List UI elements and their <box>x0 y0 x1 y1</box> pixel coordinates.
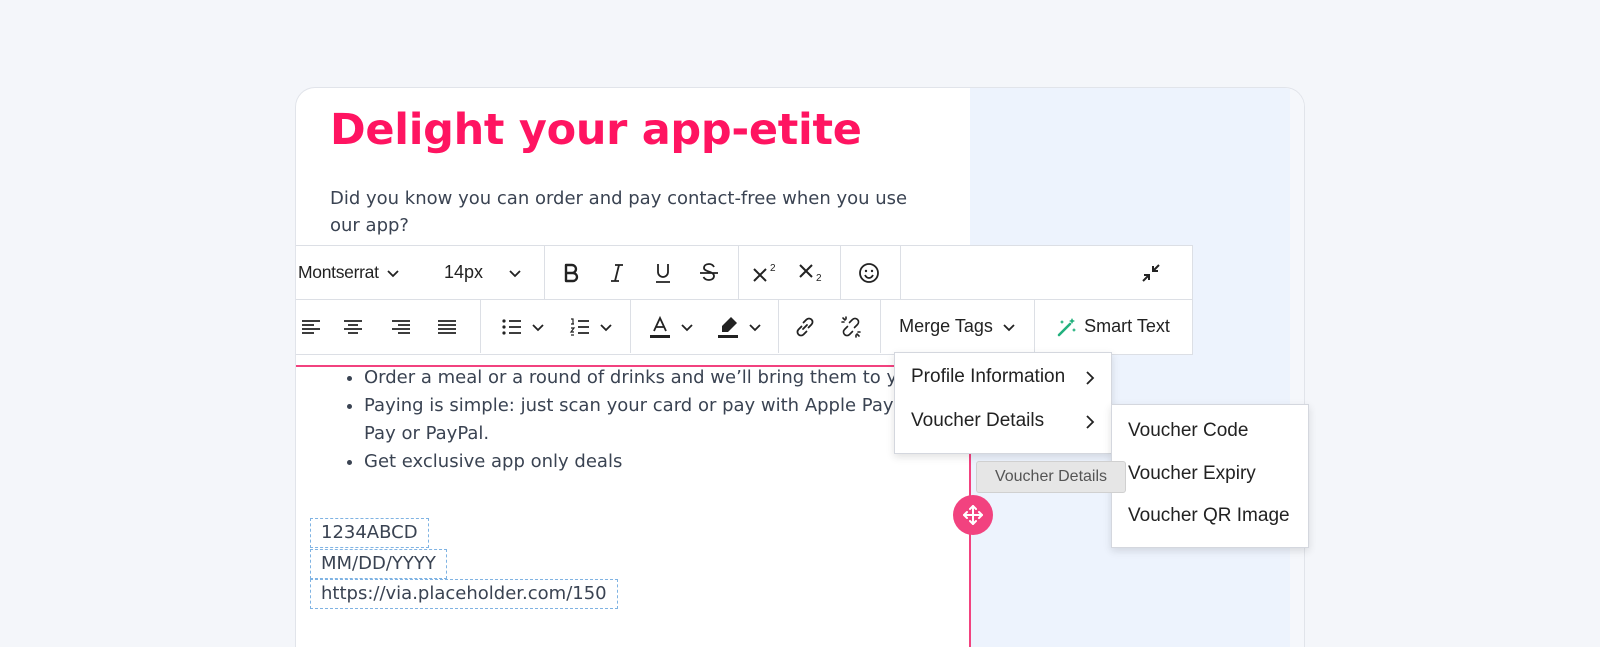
chevron-down-icon <box>749 323 761 331</box>
smart-text-button[interactable]: Smart Text <box>1040 300 1186 353</box>
bullet-list-button[interactable] <box>492 300 554 353</box>
align-left-button[interactable] <box>296 300 326 353</box>
font-size-select[interactable]: 14px <box>436 246 544 299</box>
merge-tag-voucher-expiry[interactable]: MM/DD/YYYY <box>310 549 447 579</box>
text-color-icon <box>650 315 670 338</box>
align-center-icon <box>344 319 362 334</box>
toolbar-row-2: Merge Tags Smart Text <box>296 300 1192 353</box>
strikethrough-icon <box>700 262 718 281</box>
unlink-icon <box>841 315 861 338</box>
bullet-list-icon <box>502 318 521 335</box>
italic-icon <box>611 263 623 282</box>
collapse-icon <box>1142 263 1160 282</box>
menu-item-label: Profile Information <box>911 366 1066 387</box>
svg-text:2: 2 <box>770 263 776 274</box>
menu-item-voucher-code[interactable]: Voucher Code <box>1128 420 1248 442</box>
merge-tags-menu: Profile Information Voucher Details <box>894 352 1112 454</box>
smart-text-label: Smart Text <box>1084 316 1170 336</box>
numbered-list-button[interactable] <box>560 300 622 353</box>
insert-link-button[interactable] <box>782 300 828 353</box>
font-family-value: Montserrat <box>298 262 379 282</box>
align-justify-button[interactable] <box>424 300 470 353</box>
voucher-details-submenu: Voucher Code Voucher Expiry Voucher QR I… <box>1111 404 1309 548</box>
align-center-button[interactable] <box>330 300 376 353</box>
superscript-icon: 2 <box>753 263 776 282</box>
chevron-down-icon <box>681 323 693 331</box>
italic-button[interactable] <box>594 246 640 299</box>
content-heading[interactable]: Delight your app-etite <box>330 105 862 155</box>
chevron-down-icon <box>1003 323 1015 331</box>
align-justify-icon <box>438 319 456 334</box>
move-handle-icon[interactable] <box>953 495 993 535</box>
numbered-list-icon <box>569 317 589 336</box>
rich-text-toolbar: Montserrat 14px 2 2 Merge Tags Smart Tex… <box>296 245 1193 355</box>
font-size-value: 14px <box>444 262 484 282</box>
bold-button[interactable] <box>548 246 594 299</box>
strikethrough-button[interactable] <box>686 246 732 299</box>
chevron-down-icon <box>509 269 521 277</box>
email-editor-canvas: Delight your app-etite Did you know you … <box>295 87 1305 647</box>
collapse-toolbar-button[interactable] <box>1126 246 1176 299</box>
chevron-right-icon <box>1086 415 1095 429</box>
content-intro-text[interactable]: Did you know you can order and pay conta… <box>330 185 930 239</box>
merge-tag-voucher-qr-image[interactable]: https://via.placeholder.com/150 <box>310 579 618 609</box>
merge-tags-label: Merge Tags <box>899 316 993 336</box>
underline-button[interactable] <box>640 246 686 299</box>
menu-item-voucher-expiry[interactable]: Voucher Expiry <box>1128 463 1256 485</box>
align-right-button[interactable] <box>378 300 424 353</box>
menu-item-voucher-details[interactable]: Voucher Details <box>911 410 1096 432</box>
merge-tags-dropdown[interactable]: Merge Tags <box>888 300 1028 353</box>
align-left-icon <box>302 319 320 334</box>
remove-link-button[interactable] <box>828 300 874 353</box>
highlight-icon <box>718 316 738 338</box>
menu-item-voucher-qr-image[interactable]: Voucher QR Image <box>1128 505 1290 527</box>
chevron-down-icon <box>600 323 612 331</box>
align-right-icon <box>392 319 410 334</box>
subscript-icon: 2 <box>799 263 822 284</box>
highlight-button[interactable] <box>708 300 770 353</box>
bold-icon <box>564 263 579 282</box>
toolbar-row-1: Montserrat 14px 2 2 <box>296 246 1192 299</box>
link-icon <box>796 317 814 336</box>
chevron-right-icon <box>1086 371 1095 385</box>
right-panel-edge <box>1290 88 1304 647</box>
chevron-down-icon <box>387 269 399 277</box>
tooltip: Voucher Details <box>976 461 1126 493</box>
magic-wand-icon <box>1057 317 1077 336</box>
superscript-button[interactable]: 2 <box>742 246 788 299</box>
text-color-button[interactable] <box>640 300 702 353</box>
underline-icon <box>656 263 670 283</box>
subscript-button[interactable]: 2 <box>788 246 834 299</box>
menu-item-profile-information[interactable]: Profile Information <box>911 366 1096 388</box>
chevron-down-icon <box>532 323 544 331</box>
svg-text:2: 2 <box>816 273 822 284</box>
merge-tag-voucher-code[interactable]: 1234ABCD <box>310 518 429 548</box>
font-family-select[interactable]: Montserrat <box>296 246 426 299</box>
emoji-icon <box>859 262 879 283</box>
emoji-button[interactable] <box>844 246 894 299</box>
menu-item-label: Voucher Details <box>911 410 1045 431</box>
